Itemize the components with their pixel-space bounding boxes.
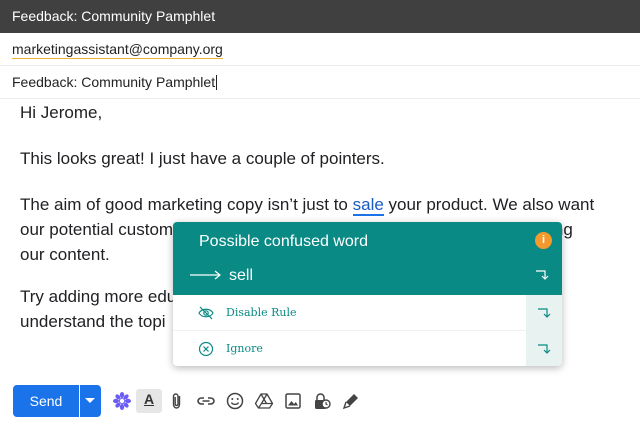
emoji-icon[interactable] [225, 391, 245, 411]
text-cursor [216, 75, 218, 90]
attach-icon[interactable] [167, 391, 187, 411]
arrow-right-icon [190, 270, 221, 280]
cancel-circle-icon [198, 341, 214, 357]
disable-rule-option[interactable]: Disable Rule [173, 295, 562, 331]
enter-key-icon [538, 344, 551, 354]
paragraph-3-line-2: understand the topi [20, 312, 166, 331]
ignore-option[interactable]: Ignore [173, 331, 562, 366]
suggestion-word[interactable]: sell [229, 266, 253, 286]
suggestion-header: Possible confused word i sell [173, 222, 562, 295]
drive-icon[interactable] [254, 391, 274, 411]
paragraph-2-line-2-start: our potential custom [20, 220, 174, 239]
enter-key-icon [536, 270, 549, 280]
image-icon[interactable] [283, 391, 303, 411]
paragraph-2-text-end: your product. We also want [383, 195, 595, 214]
suggestion-popup: Possible confused word i sell Disable Ru… [173, 222, 562, 366]
disable-rule-label: Disable Rule [226, 306, 297, 319]
send-options-icon[interactable] [80, 385, 101, 417]
paragraph-2-line-3: our content. [20, 245, 110, 264]
compose-toolbar: Send A [0, 385, 640, 419]
format-text-icon[interactable]: A [136, 389, 162, 413]
ignore-label: Ignore [226, 342, 263, 355]
enter-key-icon [538, 308, 551, 318]
info-icon[interactable]: i [535, 232, 552, 249]
flagged-word[interactable]: sale [352, 195, 384, 216]
greeting: Hi Jerome, [20, 103, 103, 122]
eye-off-icon [198, 306, 214, 320]
confidential-icon[interactable] [312, 391, 332, 411]
format-text-label: A [143, 391, 155, 407]
to-field[interactable]: marketingassistant@company.org [0, 33, 640, 66]
subject-field[interactable]: Feedback: Community Pamphlet [0, 66, 640, 99]
send-button[interactable]: Send [13, 385, 79, 417]
ignore-enter[interactable] [526, 331, 562, 366]
disable-rule-enter[interactable] [526, 295, 562, 331]
recipient-address[interactable]: marketingassistant@company.org [12, 41, 223, 59]
paragraph-2-text-start: The aim of good marketing copy isn’t jus… [20, 195, 353, 214]
paragraph-1: This looks great! I just have a couple o… [20, 149, 385, 168]
suggestion-title: Possible confused word [199, 233, 368, 250]
signature-icon[interactable] [341, 391, 361, 411]
window-title: Feedback: Community Pamphlet [0, 0, 640, 33]
suggestion-replace-option[interactable]: sell [173, 262, 562, 295]
extension-icon[interactable] [112, 391, 132, 411]
paragraph-3-line-1: Try adding more edu [20, 287, 177, 306]
subject-text[interactable]: Feedback: Community Pamphlet [12, 74, 215, 90]
link-icon[interactable] [196, 391, 216, 411]
